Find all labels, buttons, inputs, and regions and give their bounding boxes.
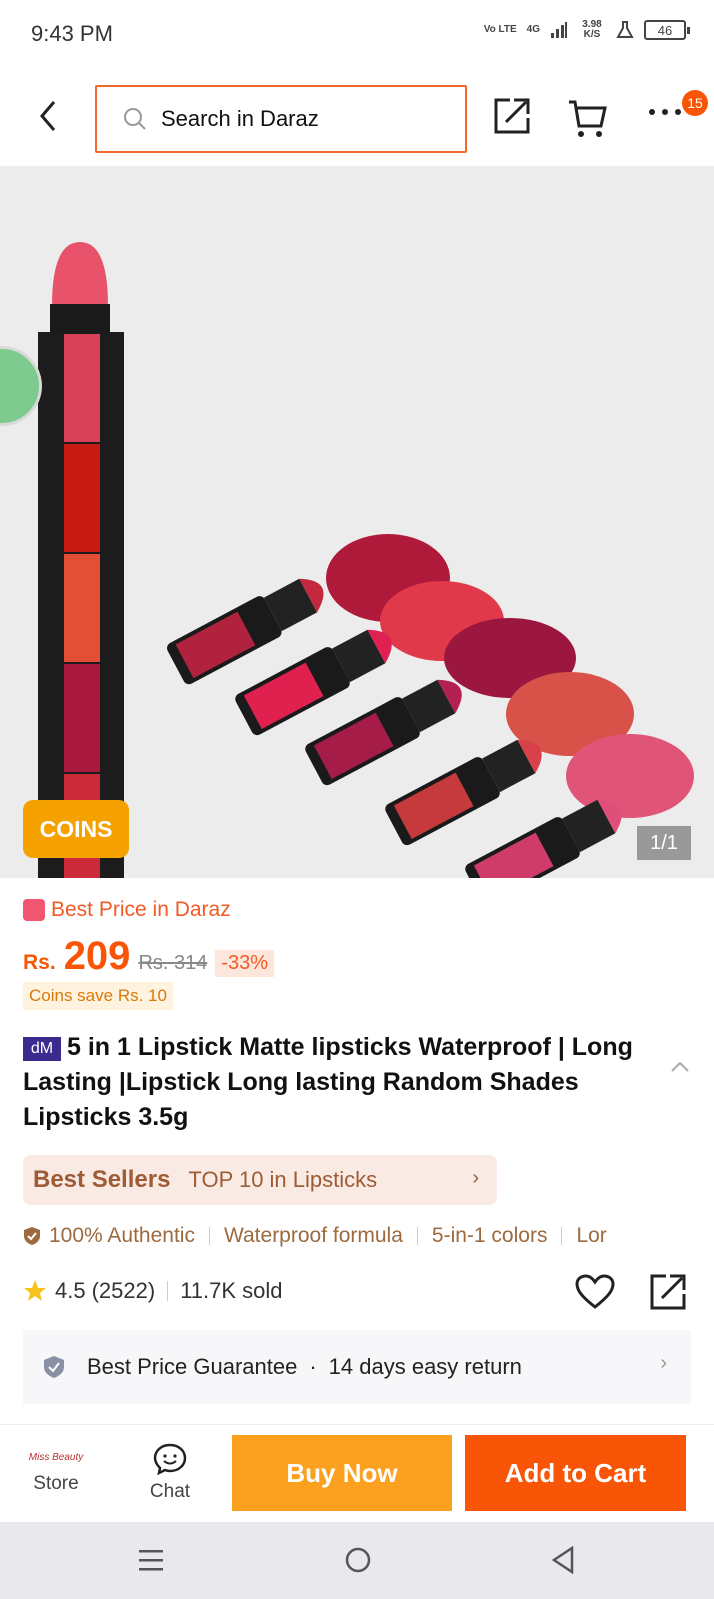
product-title: dM 5 in 1 Lipstick Matte lipsticks Waterp… (23, 1030, 643, 1135)
product-image (38, 242, 694, 878)
feature-tag: Waterproof formula (223, 1224, 403, 1247)
back-triangle-icon[interactable] (550, 1546, 576, 1574)
shield-icon (24, 1227, 40, 1245)
coins-tag: COINS (23, 800, 129, 858)
price-currency: Rs. (23, 951, 56, 974)
share-icon (494, 98, 530, 134)
feature-tag: 100% Authentic (49, 1224, 195, 1247)
bottom-action-bar: Miss Beauty Store Chat Buy Now Add to Ca… (0, 1424, 714, 1522)
chat-icon (153, 1443, 187, 1475)
back-button[interactable] (30, 96, 66, 136)
chevron-right-icon: › (660, 1352, 667, 1374)
product-image-gallery[interactable]: COINS 1/1 (0, 166, 714, 878)
best-sellers-label: Best Sellers (33, 1166, 171, 1193)
signal-icon (551, 22, 567, 38)
status-time: 9:43 PM (31, 21, 113, 46)
search-input[interactable]: Search in Daraz (95, 85, 467, 153)
buy-now-button[interactable]: Buy Now (232, 1435, 452, 1511)
feature-tag: 5-in-1 colors (431, 1224, 548, 1247)
brand-logo: dM (23, 1037, 61, 1061)
search-placeholder: Search in Daraz (161, 106, 319, 131)
chevron-right-icon: › (472, 1167, 479, 1189)
chat-label: Chat (149, 1481, 191, 1502)
status-bar: 9:43 PM Vo LTE 4G 3.98 K/S 46 (0, 0, 714, 68)
cart-button[interactable] (567, 98, 611, 140)
price-row: Rs. 209 Rs. 314 -33% (23, 934, 275, 979)
heart-icon[interactable] (575, 1274, 615, 1310)
chat-button[interactable]: Chat (140, 1443, 200, 1513)
store-label: Store (33, 1473, 79, 1494)
network-speed: 3.98 K/S (582, 19, 602, 40)
rating-count: (2522) (91, 1278, 156, 1303)
network-4g-indicator: 4G (526, 24, 540, 35)
share-icon[interactable] (648, 1272, 688, 1312)
product-title-text: 5 in 1 Lipstick Matte lipsticks Waterpro… (23, 1033, 633, 1131)
chevron-left-icon (40, 101, 56, 131)
cart-count-badge: 15 (682, 90, 708, 116)
best-price-icon (23, 899, 45, 921)
guarantee-banner[interactable]: Best Price Guarantee · 14 days easy retu… (23, 1330, 691, 1404)
coins-save-label: Coins save Rs. 10 (23, 982, 173, 1010)
shield-check-icon (44, 1356, 64, 1378)
guarantee-return: 14 days easy return (328, 1354, 522, 1379)
feature-tags: 100% Authentic Waterproof formula 5-in-1… (23, 1224, 714, 1248)
best-sellers-banner[interactable]: Best Sellers TOP 10 in Lipsticks › (23, 1155, 497, 1205)
price-value: 209 (63, 934, 131, 978)
top-header: Search in Daraz 15 (0, 68, 714, 166)
best-sellers-rank: TOP 10 in Lipsticks (188, 1167, 378, 1192)
best-price-text: Best Price in Daraz (51, 898, 231, 921)
discount-badge: -33% (215, 950, 275, 977)
store-logo: Miss Beauty (28, 1452, 84, 1463)
rating-value: 4.5 (55, 1278, 86, 1303)
volte-indicator: Vo LTE (483, 24, 517, 35)
search-icon (124, 108, 146, 130)
best-price-label: Best Price in Daraz (23, 898, 231, 922)
feature-tag: Lor (576, 1224, 607, 1247)
status-icons: Vo LTE 4G 3.98 K/S 46 (483, 19, 690, 40)
share-button[interactable] (492, 96, 536, 140)
battery-icon: 46 (644, 20, 690, 40)
guarantee-separator: · (309, 1354, 317, 1379)
store-button[interactable]: Miss Beauty Store (26, 1443, 86, 1513)
cart-icon (569, 100, 607, 137)
flask-icon (616, 21, 634, 38)
star-icon (24, 1280, 46, 1301)
guarantee-price: Best Price Guarantee (87, 1354, 298, 1379)
rating-row[interactable]: 4.5 (2522) 11.7K sold (23, 1278, 283, 1304)
chevron-up-icon[interactable] (670, 1060, 690, 1074)
add-to-cart-button[interactable]: Add to Cart (465, 1435, 686, 1511)
recent-apps-icon[interactable] (138, 1548, 164, 1572)
home-icon[interactable] (344, 1546, 372, 1574)
image-counter: 1/1 (637, 826, 691, 860)
original-price: Rs. 314 (138, 952, 208, 974)
system-navigation-bar (0, 1522, 714, 1599)
sold-count: 11.7K sold (180, 1278, 283, 1303)
more-icon (649, 109, 681, 115)
